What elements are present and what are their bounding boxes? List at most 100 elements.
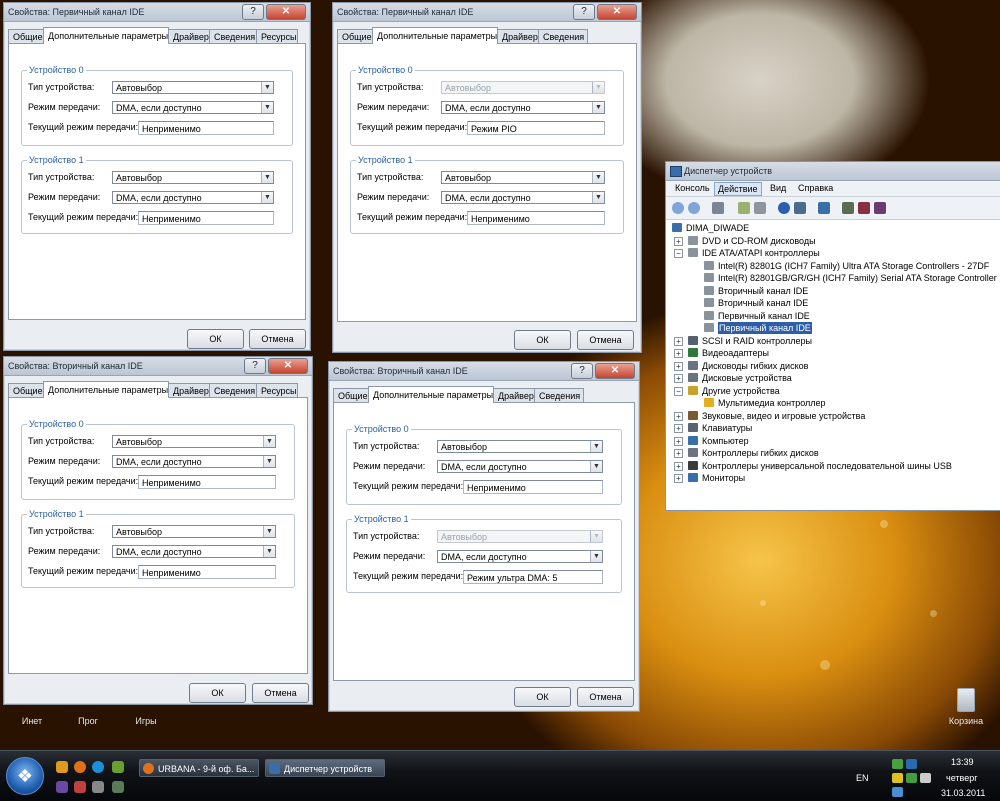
disable-device-icon[interactable] bbox=[858, 202, 870, 214]
close-button[interactable]: ✕ bbox=[597, 4, 637, 20]
expand-icon[interactable]: + bbox=[674, 474, 683, 483]
tab[interactable]: Общие bbox=[8, 29, 44, 44]
skype-icon[interactable] bbox=[92, 761, 104, 773]
quick-launch-icon[interactable] bbox=[112, 781, 124, 793]
menu-action[interactable]: Действие bbox=[714, 182, 762, 196]
ok-button[interactable]: ОК bbox=[189, 683, 246, 703]
expand-icon[interactable]: + bbox=[674, 374, 683, 383]
device-type-select[interactable]: Автовыбор ▼ bbox=[441, 171, 605, 184]
desktop-shortcut-prog[interactable]: Прог bbox=[76, 716, 100, 726]
clock-time[interactable]: 13:39 bbox=[951, 757, 974, 767]
help-button[interactable]: ? bbox=[571, 363, 593, 379]
transfer-mode-select[interactable]: DMA, если доступно ▼ bbox=[437, 460, 603, 473]
task-button-device-manager[interactable]: Диспетчер устройств bbox=[265, 759, 385, 777]
expand-icon[interactable]: + bbox=[674, 411, 683, 421]
tab[interactable]: Драйвер bbox=[497, 29, 539, 44]
forward-icon[interactable] bbox=[688, 202, 700, 214]
show-hide-tree-icon[interactable] bbox=[712, 202, 724, 214]
transfer-mode-select[interactable]: DMA, если доступно ▼ bbox=[112, 191, 274, 204]
tab[interactable]: Общие bbox=[333, 388, 369, 403]
expand-icon[interactable]: + bbox=[674, 336, 683, 346]
print-icon[interactable] bbox=[754, 202, 766, 214]
title-bar[interactable]: Свойства: Вторичный канал IDE? ✕ bbox=[4, 357, 312, 376]
device-type-select[interactable]: Автовыбор ▼ bbox=[112, 435, 276, 448]
quick-launch-icon[interactable] bbox=[74, 781, 86, 793]
tab[interactable]: Дополнительные параметры bbox=[43, 381, 169, 398]
ok-button[interactable]: ОК bbox=[514, 330, 571, 350]
menu-view[interactable]: Вид bbox=[767, 182, 789, 194]
tab[interactable]: Драйвер bbox=[168, 29, 210, 44]
back-icon[interactable] bbox=[672, 202, 684, 214]
close-button[interactable]: ✕ bbox=[595, 363, 635, 379]
transfer-mode-select[interactable]: DMA, если доступно ▼ bbox=[112, 545, 276, 558]
help-button[interactable]: ? bbox=[242, 4, 264, 20]
help-button[interactable]: ? bbox=[244, 358, 266, 374]
tab[interactable]: Сведения bbox=[209, 383, 257, 398]
expand-icon[interactable]: + bbox=[674, 361, 683, 371]
desktop-shortcut-inet[interactable]: Инет bbox=[20, 716, 44, 726]
transfer-mode-select[interactable]: DMA, если доступно ▼ bbox=[112, 101, 274, 114]
firefox-quick-icon[interactable] bbox=[74, 761, 86, 773]
tab[interactable]: Ресурсы bbox=[256, 29, 298, 44]
help-icon[interactable] bbox=[778, 202, 790, 214]
volume-icon[interactable] bbox=[920, 773, 931, 783]
transfer-mode-select[interactable]: DMA, если доступно ▼ bbox=[112, 455, 276, 468]
uninstall-device-icon[interactable] bbox=[874, 202, 886, 214]
cancel-button[interactable]: Отмена bbox=[252, 683, 309, 703]
tray-icon[interactable] bbox=[892, 787, 903, 797]
expand-icon[interactable]: + bbox=[674, 349, 683, 358]
transfer-mode-select[interactable]: DMA, если доступно ▼ bbox=[441, 101, 605, 114]
device-type-select[interactable]: Автовыбор ▼ bbox=[112, 81, 274, 94]
quick-launch-icon[interactable] bbox=[92, 781, 104, 793]
tab[interactable]: Дополнительные параметры bbox=[372, 27, 498, 44]
cancel-button[interactable]: Отмена bbox=[577, 687, 634, 707]
transfer-mode-select[interactable]: DMA, если доступно ▼ bbox=[437, 550, 603, 563]
recycle-bin[interactable]: Корзина bbox=[946, 688, 986, 726]
ok-button[interactable]: ОК bbox=[514, 687, 571, 707]
collapse-icon[interactable]: − bbox=[674, 249, 683, 258]
start-button[interactable]: ❖ bbox=[6, 757, 44, 795]
expand-icon[interactable]: + bbox=[674, 449, 683, 458]
expand-icon[interactable]: + bbox=[674, 461, 683, 471]
tray-icon[interactable] bbox=[892, 773, 903, 783]
device-type-select[interactable]: Автовыбор ▼ bbox=[112, 171, 274, 184]
ok-button[interactable]: ОК bbox=[187, 329, 244, 349]
tab[interactable]: Общие bbox=[8, 383, 44, 398]
tab[interactable]: Дополнительные параметры bbox=[43, 27, 169, 44]
quick-launch-icon[interactable] bbox=[56, 761, 68, 773]
tab[interactable]: Драйвер bbox=[493, 388, 535, 403]
network-icon[interactable] bbox=[892, 759, 903, 769]
task-button-firefox[interactable]: URBANA - 9-й оф. Ба... bbox=[139, 759, 259, 777]
expand-icon[interactable]: + bbox=[674, 436, 683, 446]
title-bar[interactable]: Свойства: Вторичный канал IDE? ✕ bbox=[329, 362, 639, 381]
desktop-shortcut-games[interactable]: Игры bbox=[134, 716, 158, 726]
tab[interactable]: Сведения bbox=[534, 388, 584, 403]
tray-icon[interactable] bbox=[906, 773, 917, 783]
cancel-button[interactable]: Отмена bbox=[577, 330, 634, 350]
menu-console[interactable]: Консоль bbox=[672, 182, 713, 194]
tab[interactable]: Общие bbox=[337, 29, 373, 44]
properties-icon[interactable] bbox=[738, 202, 750, 214]
tray-icon[interactable] bbox=[906, 759, 917, 769]
expand-icon[interactable]: + bbox=[674, 236, 683, 246]
quick-launch-icon[interactable] bbox=[56, 781, 68, 793]
transfer-mode-select[interactable]: DMA, если доступно ▼ bbox=[441, 191, 605, 204]
tab[interactable]: Сведения bbox=[209, 29, 257, 44]
scan-hardware-icon[interactable] bbox=[818, 202, 830, 214]
expand-icon[interactable]: + bbox=[674, 424, 683, 433]
update-driver-icon[interactable] bbox=[842, 202, 854, 214]
icq-icon[interactable] bbox=[112, 761, 124, 773]
view-icon[interactable] bbox=[794, 202, 806, 214]
close-button[interactable]: ✕ bbox=[268, 358, 308, 374]
title-bar[interactable]: Свойства: Первичный канал IDE? ✕ bbox=[333, 3, 641, 22]
cancel-button[interactable]: Отмена bbox=[249, 329, 306, 349]
tab[interactable]: Сведения bbox=[538, 29, 588, 44]
language-indicator[interactable]: EN bbox=[856, 773, 869, 783]
device-type-select[interactable]: Автовыбор ▼ bbox=[437, 440, 603, 453]
title-bar[interactable]: Свойства: Первичный канал IDE? ✕ bbox=[4, 3, 310, 22]
close-button[interactable]: ✕ bbox=[266, 4, 306, 20]
help-button[interactable]: ? bbox=[573, 4, 595, 20]
collapse-icon[interactable]: − bbox=[674, 386, 683, 396]
tab[interactable]: Драйвер bbox=[168, 383, 210, 398]
menu-help[interactable]: Справка bbox=[795, 182, 836, 194]
